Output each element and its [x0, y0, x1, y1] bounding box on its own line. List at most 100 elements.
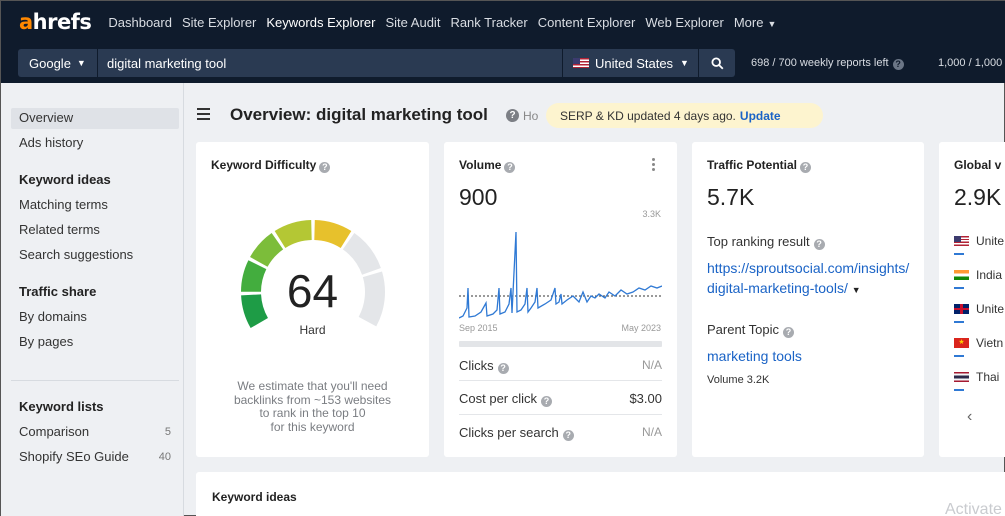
uk-flag-icon	[954, 304, 969, 314]
prev-page-icon[interactable]: ‹	[967, 408, 972, 426]
nav-more[interactable]: More ▼	[734, 15, 777, 30]
help-icon[interactable]: ?	[541, 396, 553, 407]
caret-down-icon: ▼	[680, 58, 689, 68]
sidebar-item-matching-terms[interactable]: Matching terms	[19, 197, 108, 212]
sidebar-item-ads-history[interactable]: Ads history	[19, 135, 83, 150]
kd-score: 64	[286, 265, 339, 317]
us-flag-icon	[573, 58, 589, 68]
sidebar-item-comparison[interactable]: Comparison	[19, 424, 89, 439]
search-engine-select[interactable]: Google ▼	[18, 49, 97, 77]
nav-dashboard[interactable]: Dashboard	[108, 15, 172, 30]
country-select[interactable]: United States ▼	[563, 49, 698, 77]
nav-keywords-explorer[interactable]: Keywords Explorer	[266, 15, 375, 30]
help-icon[interactable]: ?	[892, 59, 904, 70]
sidebar-item-search-suggestions[interactable]: Search suggestions	[19, 247, 133, 262]
chart-range-bar[interactable]	[459, 341, 662, 347]
search-row: Google ▼ digital marketing tool United St…	[1, 43, 1005, 83]
volume-value: 900	[459, 184, 498, 210]
list-count: 5	[164, 426, 171, 438]
card-title: Keyword Difficulty?	[211, 158, 331, 173]
thailand-flag-icon	[954, 372, 969, 382]
weekly-reports-counter: 698 / 700 weekly reports left?	[751, 57, 908, 70]
cost-per-click-row: Cost per click? $3.00	[459, 391, 662, 407]
top-ranking-url-link[interactable]: https://sproutsocial.com/insights/digita…	[707, 258, 912, 300]
page-title: Overview: digital marketing tool	[230, 105, 488, 124]
card-title: Global v	[954, 158, 1002, 172]
parent-topic-label: Parent Topic?	[707, 322, 795, 338]
help-icon[interactable]: ?	[497, 363, 509, 374]
divider	[459, 414, 662, 415]
volume-trend-chart	[459, 231, 662, 319]
gauge-segment	[250, 233, 284, 267]
card-title: Traffic Potential?	[707, 158, 812, 173]
nav-rank-tracker[interactable]: Rank Tracker	[450, 15, 527, 30]
country-row[interactable]: Thai	[954, 370, 999, 384]
country-row[interactable]: Unite	[954, 302, 1004, 316]
country-share-bar	[954, 355, 964, 357]
serp-update-banner: SERP & KD updated 4 days ago. Update	[546, 103, 823, 128]
keyword-ideas-card: Keyword ideas	[196, 472, 1005, 516]
global-volume-value: 2.9K	[954, 184, 1002, 210]
clicks-per-search-row: Clicks per search? N/A	[459, 425, 662, 441]
search-button[interactable]	[699, 49, 735, 77]
parent-topic-link[interactable]: marketing tools	[707, 346, 912, 366]
nav-content-explorer[interactable]: Content Explorer	[538, 15, 636, 30]
sidebar: Overview Ads history Keyword ideas Match…	[1, 83, 184, 516]
country-share-bar	[954, 389, 964, 391]
sidebar-heading-keyword-ideas: Keyword ideas	[19, 172, 111, 187]
top-nav: ahrefs Dashboard Site Explorer Keywords …	[1, 1, 1005, 43]
help-icon[interactable]: ?	[800, 162, 812, 173]
sidebar-item-by-pages[interactable]: By pages	[19, 334, 73, 349]
chart-x-start: Sep 2015	[459, 323, 498, 333]
nav-site-audit[interactable]: Site Audit	[386, 15, 441, 30]
card-title: Volume?	[459, 158, 516, 173]
country-share-bar	[954, 253, 964, 255]
nav-web-explorer[interactable]: Web Explorer	[645, 15, 724, 30]
sidebar-item-shopify-seo-guide[interactable]: Shopify SEo Guide	[19, 449, 129, 464]
sidebar-item-by-domains[interactable]: By domains	[19, 309, 87, 324]
traffic-potential-card: Traffic Potential? 5.7K Top ranking resu…	[692, 142, 924, 457]
update-link[interactable]: Update	[740, 109, 781, 123]
caret-down-icon: ▼	[767, 18, 777, 29]
country-row[interactable]: India	[954, 268, 1002, 282]
help-icon[interactable]: ?	[506, 109, 519, 122]
country-share-bar	[954, 321, 964, 323]
ahrefs-logo[interactable]: ahrefs	[19, 10, 92, 34]
activate-windows-watermark: Activate	[945, 501, 1002, 516]
volume-card: Volume? 900 3.3K Sep 2015 May 2023 Click…	[444, 142, 677, 457]
more-options-icon[interactable]	[652, 158, 655, 173]
sidebar-item-overview[interactable]: Overview	[19, 110, 73, 125]
search-icon	[710, 56, 723, 69]
help-icon[interactable]: ?	[504, 162, 516, 173]
country-share-bar	[954, 287, 964, 289]
caret-down-icon: ▼	[851, 285, 861, 295]
india-flag-icon	[954, 270, 969, 280]
help-icon[interactable]: ?	[783, 327, 795, 338]
vietnam-flag-icon: ★	[954, 338, 969, 348]
gauge-segment	[274, 220, 312, 248]
card-title: Keyword ideas	[212, 490, 297, 504]
caret-down-icon: ▼	[76, 58, 86, 68]
menu-icon[interactable]	[197, 108, 210, 120]
gauge-segment	[314, 220, 352, 248]
sidebar-heading-keyword-lists: Keyword lists	[19, 399, 104, 414]
clicks-row: Clicks? N/A	[459, 358, 662, 374]
divider	[459, 380, 662, 381]
nav-site-explorer[interactable]: Site Explorer	[182, 15, 256, 30]
chart-x-end: May 2023	[621, 323, 661, 333]
sidebar-item-related-terms[interactable]: Related terms	[19, 222, 100, 237]
credits-counter: 1,000 / 1,000	[938, 57, 1003, 69]
sidebar-heading-traffic-share: Traffic share	[19, 284, 97, 299]
keyword-search-input[interactable]: digital marketing tool	[98, 49, 562, 77]
country-row[interactable]: Unite	[954, 234, 1004, 248]
volume-trend-line	[459, 231, 662, 319]
how-to-link[interactable]: Ho	[523, 109, 538, 123]
keyword-difficulty-card: Keyword Difficulty? 64 Hard We estimate …	[196, 142, 429, 457]
top-ranking-label: Top ranking result?	[707, 234, 825, 250]
country-row[interactable]: ★ Vietn	[954, 336, 1003, 350]
traffic-potential-value: 5.7K	[707, 184, 755, 210]
parent-topic-volume: Volume 3.2K	[707, 374, 770, 386]
help-icon[interactable]: ?	[813, 239, 825, 250]
kd-label: Hard	[299, 323, 326, 337]
help-icon[interactable]: ?	[562, 430, 574, 441]
